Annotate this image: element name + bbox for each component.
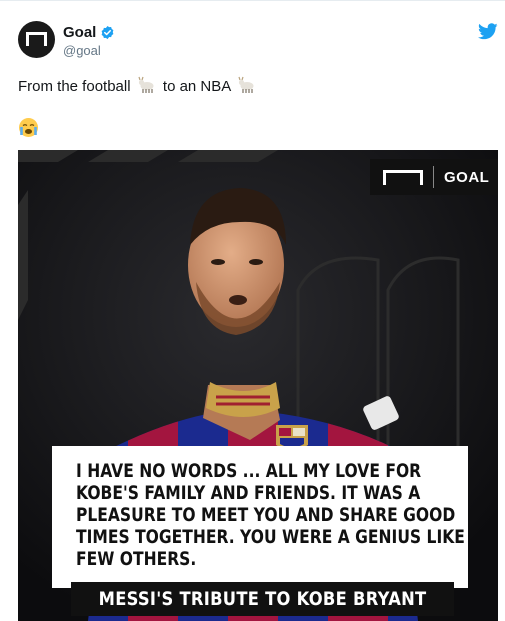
tweet-header: Goal @goal	[18, 20, 498, 64]
goal-logo-icon	[26, 32, 47, 46]
name-row: Goal	[63, 23, 115, 41]
goat-emoji-icon	[238, 76, 254, 93]
goat-emoji-icon	[138, 76, 154, 93]
caption-banner: MESSI'S TRIBUTE TO KOBE BRYANT	[71, 582, 454, 616]
tweet-text-part-2: to an NBA	[162, 78, 231, 95]
loudly-crying-face-emoji-icon	[19, 118, 38, 137]
avatar[interactable]	[18, 21, 55, 58]
display-name[interactable]: Goal	[63, 24, 96, 41]
brand-divider	[433, 166, 434, 188]
goal-logo-icon	[383, 169, 423, 185]
goal-brand-box: GOAL	[370, 159, 498, 195]
brand-name: GOAL	[444, 168, 490, 186]
twitter-bird-icon[interactable]	[478, 23, 498, 40]
tweet-media-image[interactable]: GOAL I have no words ... All my love for…	[18, 150, 498, 621]
verified-badge-icon	[101, 25, 114, 39]
tweet-text: From the football to an NBA	[18, 76, 259, 95]
quote-card: I have no words ... All my love for Kobe…	[52, 446, 468, 588]
handle[interactable]: @goal	[63, 43, 101, 58]
quote-text: I have no words ... All my love for Kobe…	[76, 461, 465, 570]
caption-text: MESSI'S TRIBUTE TO KOBE BRYANT	[98, 588, 427, 610]
top-divider	[0, 0, 505, 1]
tweet-text-part-1: From the football	[18, 78, 131, 95]
